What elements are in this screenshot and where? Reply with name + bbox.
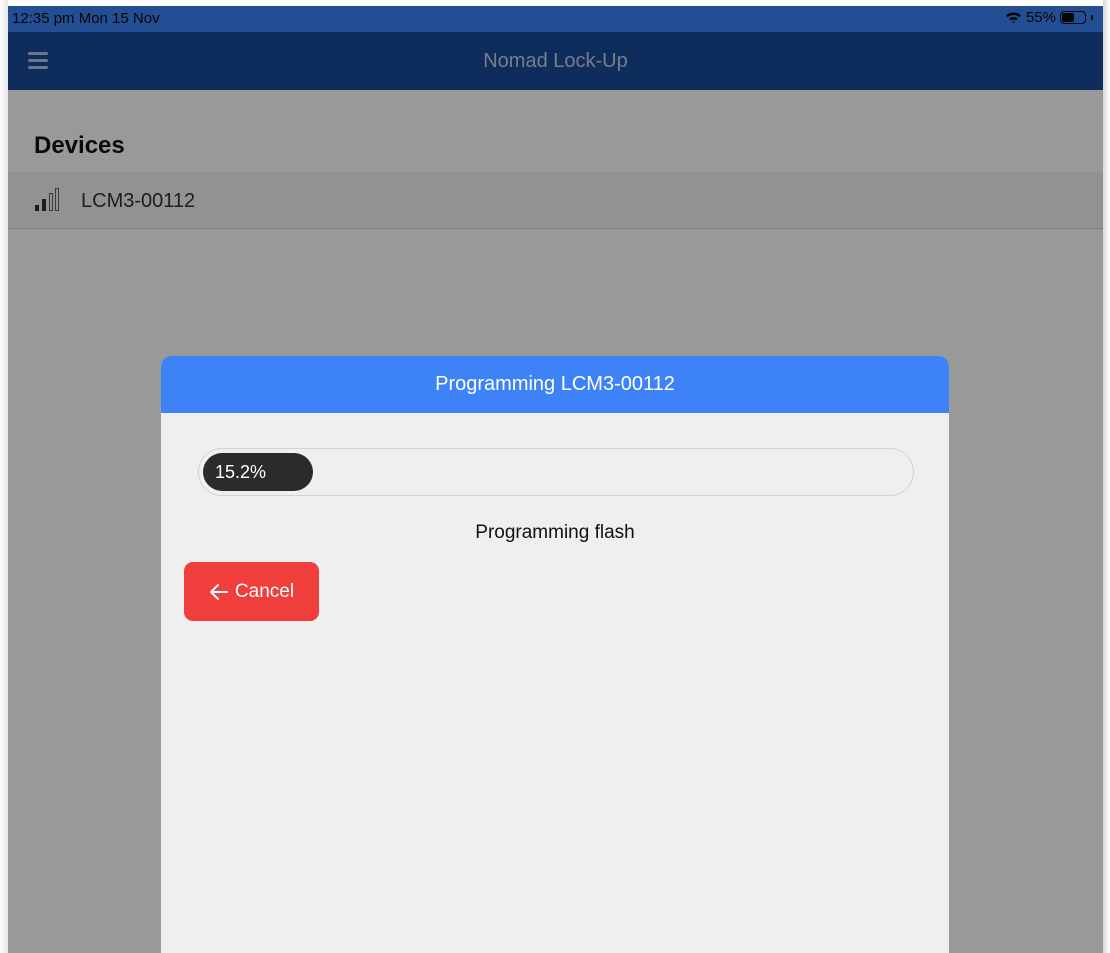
- left-edge: [0, 0, 8, 953]
- arrow-left-icon: [209, 583, 228, 600]
- app-screen: 12:35 pm Mon 15 Nov 55% Nomad Lock-Up De…: [8, 6, 1103, 953]
- programming-dialog: Programming LCM3-00112 15.2% Programming…: [161, 356, 949, 953]
- progress-fill: 15.2%: [203, 453, 313, 491]
- progress-bar: 15.2%: [198, 448, 914, 496]
- cancel-button[interactable]: Cancel: [184, 562, 319, 621]
- progress-label: 15.2%: [215, 462, 267, 482]
- cancel-label: Cancel: [234, 580, 295, 602]
- right-edge: [1103, 0, 1110, 953]
- progress-status: Programming flash: [475, 522, 635, 543]
- dialog-title: Programming LCM3-00112: [161, 356, 949, 413]
